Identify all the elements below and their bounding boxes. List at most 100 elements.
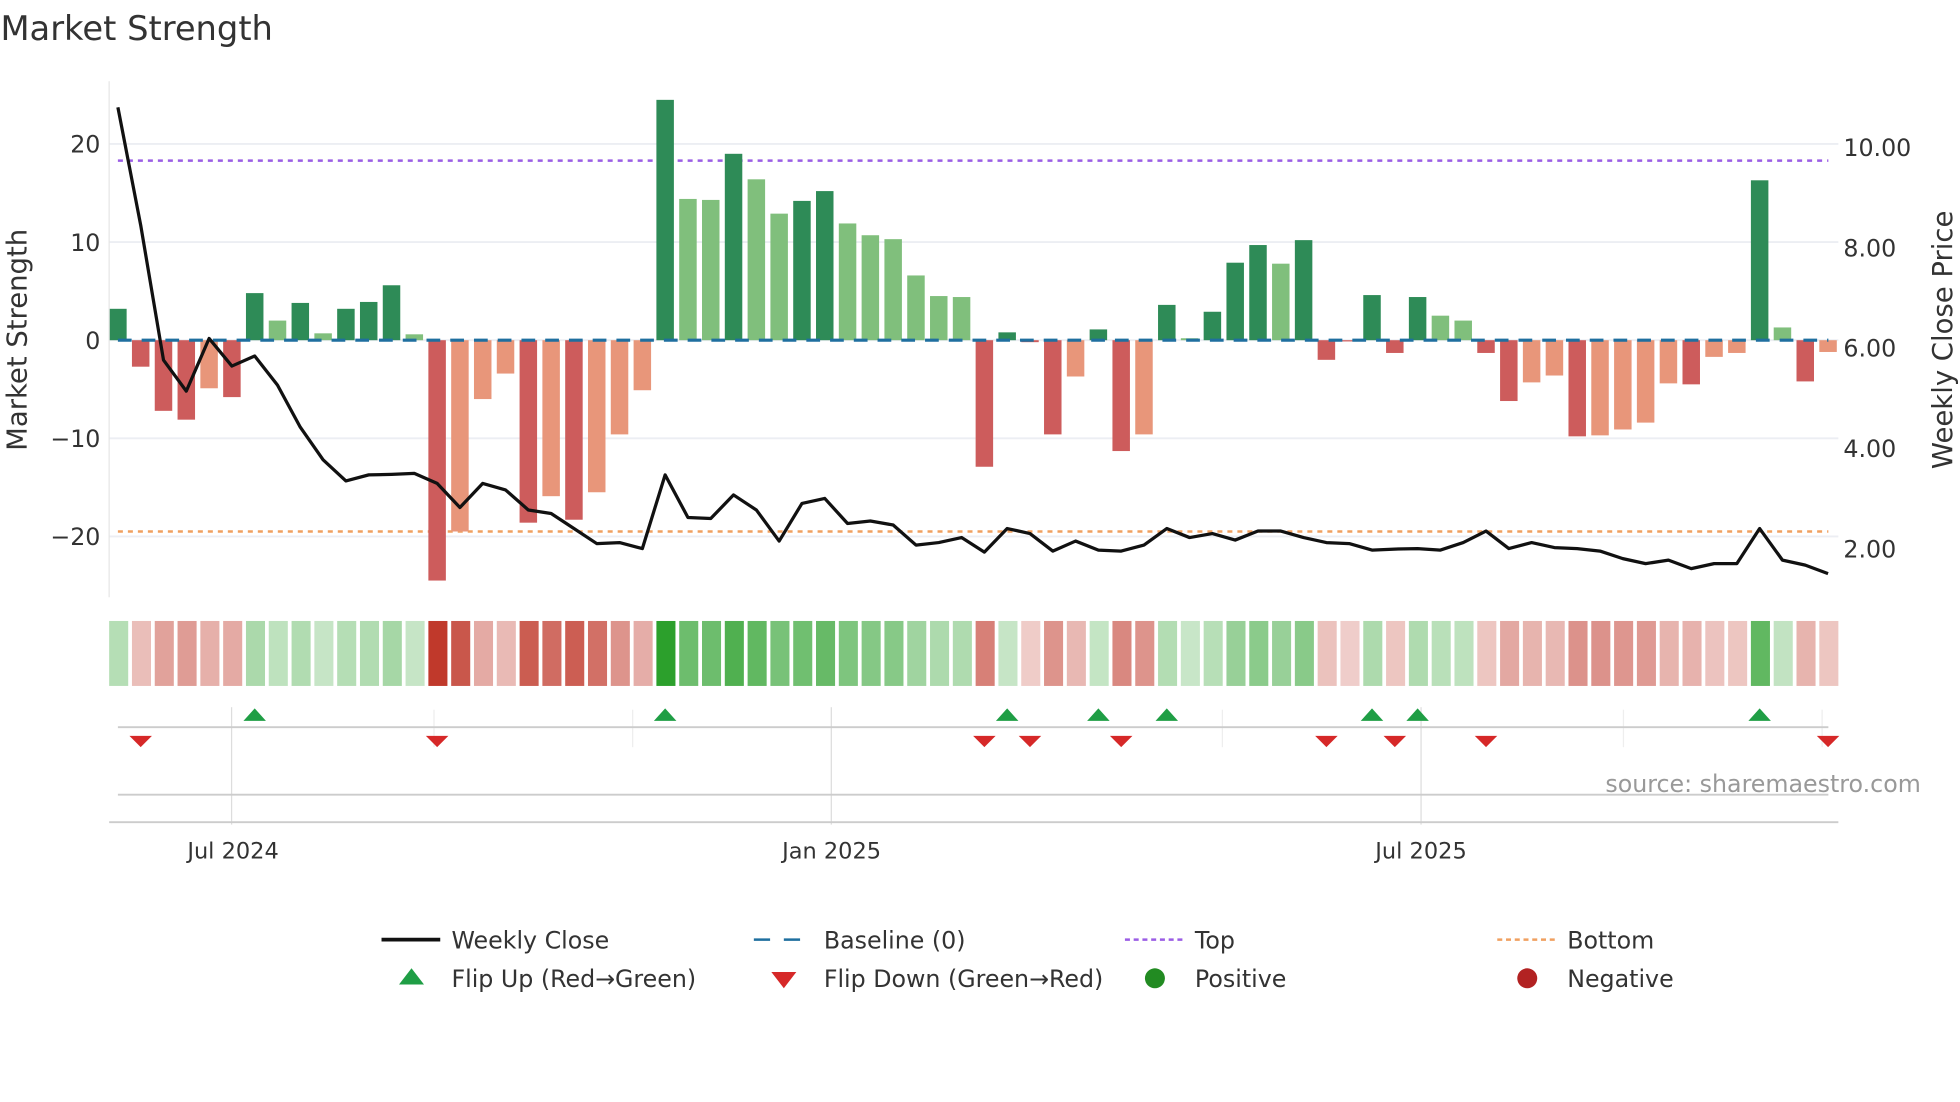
strip-cell	[907, 620, 927, 686]
strength-bar	[1545, 340, 1564, 376]
strip-cell	[1522, 620, 1542, 686]
strength-bar	[131, 340, 150, 367]
strength-bar	[359, 301, 378, 341]
strength-bar	[952, 297, 971, 341]
strip-cell	[610, 620, 630, 686]
flip-down-marker	[973, 735, 996, 748]
strength-heat-strip	[109, 620, 1839, 686]
strip-cell	[702, 620, 722, 686]
flip-up-marker	[1406, 708, 1429, 721]
strength-bar	[1500, 340, 1518, 402]
flip-down-marker	[1109, 735, 1133, 748]
strength-bar	[1066, 340, 1085, 377]
strip-cell	[177, 620, 197, 686]
strength-bar	[702, 199, 720, 341]
legend-label: Weekly Close	[451, 926, 609, 954]
flip-up-marker	[1087, 708, 1110, 721]
y2-tick-label: 2.00	[1843, 535, 1896, 563]
strip-cell	[314, 620, 334, 686]
strength-bar	[1728, 340, 1746, 353]
strength-bar	[930, 296, 948, 341]
strength-bar	[770, 213, 788, 341]
flip-up-marker	[995, 708, 1019, 721]
strength-bar	[565, 340, 583, 520]
strength-bar	[1203, 311, 1222, 341]
strength-bar	[1591, 340, 1609, 436]
strip-cell	[633, 620, 653, 686]
flip-up-marker	[653, 708, 677, 721]
y-axis-label: Market Strength	[2, 229, 34, 451]
strip-cell	[679, 620, 699, 686]
strength-bar	[1112, 340, 1130, 452]
strip-cell	[1180, 620, 1200, 686]
strength-bar	[1249, 245, 1267, 341]
strip-cell	[1568, 620, 1588, 686]
strength-bar	[1135, 340, 1153, 435]
strip-cell	[1591, 620, 1611, 686]
strength-bar	[1386, 340, 1404, 353]
strength-bar	[1363, 295, 1381, 341]
legend-label: Flip Up (Red→Green)	[451, 965, 696, 993]
strip-cell	[656, 620, 676, 686]
strip-cell	[1044, 620, 1064, 686]
strength-bar	[838, 223, 857, 341]
y2-tick-label: 6.00	[1843, 335, 1896, 363]
strength-bar	[1477, 340, 1495, 353]
strip-cell	[1705, 620, 1725, 686]
strength-bars	[109, 99, 1837, 581]
strength-bar	[679, 198, 697, 341]
strip-cell	[1021, 620, 1041, 686]
strength-bar	[907, 275, 925, 341]
strength-bar	[268, 320, 287, 341]
strip-cell	[154, 620, 174, 686]
strength-bar	[1659, 340, 1678, 384]
strength-bar	[1819, 340, 1837, 352]
strip-cell	[1454, 620, 1474, 686]
strength-bar	[291, 302, 310, 341]
strength-bar	[519, 340, 538, 523]
strip-cell	[1158, 620, 1178, 686]
flip-up-marker	[1748, 708, 1771, 721]
strength-bar	[724, 153, 743, 341]
strip-cell	[1659, 620, 1679, 686]
strength-bar	[656, 99, 674, 341]
strength-bar	[1158, 304, 1176, 341]
x-tick-label: Jul 2024	[185, 838, 278, 864]
strength-bar	[1272, 263, 1290, 341]
strength-bar	[633, 340, 652, 391]
legend-circle-icon	[1517, 968, 1538, 989]
strip-cell	[1386, 620, 1406, 686]
strip-cell	[1135, 620, 1155, 686]
strip-cell	[451, 620, 471, 686]
strip-cell	[496, 620, 516, 686]
strip-cell	[291, 620, 311, 686]
flip-down-marker	[129, 735, 152, 748]
strip-cell	[998, 620, 1018, 686]
y2-tick-label: 10.00	[1843, 134, 1911, 162]
strip-cell	[428, 620, 448, 686]
strength-bar	[1294, 240, 1313, 341]
strip-cell	[1477, 620, 1497, 686]
strip-cell	[1728, 620, 1748, 686]
strip-cell	[1500, 620, 1520, 686]
y-tick-label: −10	[50, 425, 100, 453]
strength-bar	[884, 239, 902, 341]
legend-label: Bottom	[1567, 926, 1654, 954]
x-tick-label: Jul 2025	[1373, 838, 1466, 864]
strength-bar	[1089, 329, 1108, 341]
strip-cell	[793, 620, 813, 686]
strip-cell	[245, 620, 266, 686]
flip-down-marker	[1315, 735, 1338, 748]
y-tick-label: 0	[85, 327, 100, 355]
strip-cell	[382, 620, 402, 686]
strip-cell	[1773, 620, 1793, 686]
strip-cell	[747, 620, 767, 686]
strip-cell	[1340, 620, 1360, 686]
flip-down-marker	[1816, 735, 1840, 748]
strip-cell	[542, 620, 562, 686]
y2-axis-label: Weekly Close Price	[1927, 211, 1959, 469]
strip-cell	[724, 620, 744, 686]
strip-cell	[1819, 620, 1839, 686]
legend-circle-icon	[1144, 968, 1165, 989]
strip-cell	[1636, 620, 1656, 686]
